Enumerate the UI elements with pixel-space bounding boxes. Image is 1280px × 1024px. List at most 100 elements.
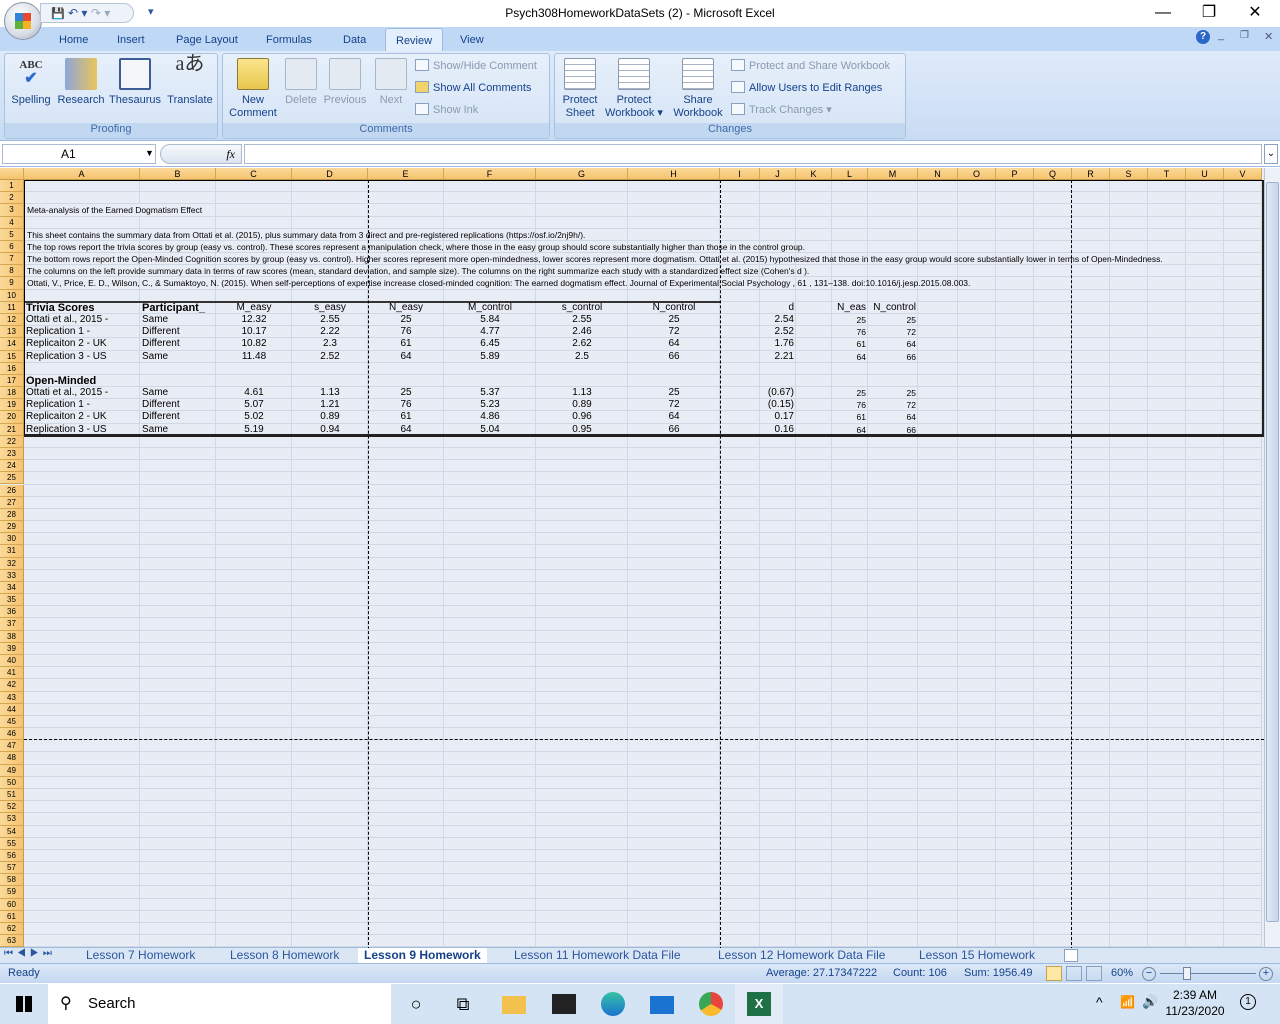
column-header-v[interactable]: V — [1224, 168, 1262, 180]
thesaurus-button[interactable]: Thesaurus — [107, 56, 163, 107]
help-icon[interactable]: ? — [1196, 30, 1210, 44]
row-header-9[interactable]: 9 — [0, 277, 24, 289]
row-header-25[interactable]: 25 — [0, 472, 24, 484]
row-header-15[interactable]: 15 — [0, 351, 24, 363]
row-header-45[interactable]: 45 — [0, 716, 24, 728]
column-header-s[interactable]: S — [1110, 168, 1148, 180]
undo-button[interactable]: ↶ ▾ — [68, 6, 87, 20]
row-header-10[interactable]: 10 — [0, 290, 24, 302]
row-header-8[interactable]: 8 — [0, 265, 24, 277]
protect-sheet-button[interactable]: ProtectSheet — [557, 56, 603, 120]
column-header-i[interactable]: I — [720, 168, 760, 180]
allow-users-edit-ranges-button[interactable]: Allow Users to Edit Ranges — [731, 79, 882, 97]
restore-button[interactable]: ❐ — [1189, 2, 1229, 24]
formula-input[interactable] — [244, 144, 1262, 164]
previous-comment-button[interactable]: Previous — [321, 56, 369, 107]
zoom-out-button[interactable]: − — [1142, 967, 1156, 981]
row-header-47[interactable]: 47 — [0, 740, 24, 752]
expand-formula-bar-button[interactable]: ⌄ — [1264, 144, 1278, 164]
row-header-7[interactable]: 7 — [0, 253, 24, 265]
row-header-39[interactable]: 39 — [0, 643, 24, 655]
sheet-tab-6[interactable]: Lesson 15 Homework — [913, 948, 1041, 964]
row-header-27[interactable]: 27 — [0, 497, 24, 509]
row-header-49[interactable]: 49 — [0, 765, 24, 777]
minimize-button[interactable]: — — [1143, 2, 1183, 24]
sheet-navigation-buttons[interactable]: ⏮◀▶⏭ — [4, 948, 56, 959]
row-header-1[interactable]: 1 — [0, 180, 24, 192]
row-header-18[interactable]: 18 — [0, 387, 24, 399]
tab-page-layout[interactable]: Page Layout — [168, 31, 246, 51]
row-header-26[interactable]: 26 — [0, 485, 24, 497]
row-header-40[interactable]: 40 — [0, 655, 24, 667]
mail-icon[interactable] — [650, 996, 674, 1014]
column-header-b[interactable]: B — [140, 168, 216, 180]
column-header-p[interactable]: P — [996, 168, 1034, 180]
column-header-g[interactable]: G — [536, 168, 628, 180]
customize-qat-button[interactable]: ▾ — [148, 5, 154, 18]
column-header-q[interactable]: Q — [1034, 168, 1072, 180]
zoom-slider-thumb[interactable] — [1183, 967, 1191, 980]
sheet-tab-1[interactable]: Lesson 7 Homework — [80, 948, 201, 964]
taskbar-search[interactable]: ⚲Search — [48, 984, 391, 1024]
row-header-36[interactable]: 36 — [0, 606, 24, 618]
row-header-58[interactable]: 58 — [0, 874, 24, 886]
name-box[interactable]: A1 — [2, 144, 156, 164]
normal-view-button[interactable] — [1046, 966, 1062, 981]
office-button[interactable] — [4, 2, 42, 40]
column-header-l[interactable]: L — [832, 168, 868, 180]
zoom-level[interactable]: 60% — [1111, 964, 1133, 983]
close-button[interactable]: ✕ — [1235, 2, 1275, 24]
sheet-tab-4[interactable]: Lesson 11 Homework Data File — [508, 948, 687, 964]
row-header-22[interactable]: 22 — [0, 436, 24, 448]
sheet-tab-2[interactable]: Lesson 8 Homework — [224, 948, 345, 964]
show-all-comments-button[interactable]: Show All Comments — [415, 79, 531, 97]
column-header-k[interactable]: K — [796, 168, 832, 180]
insert-sheet-icon[interactable] — [1064, 949, 1078, 962]
edge-icon[interactable] — [601, 992, 625, 1016]
row-header-29[interactable]: 29 — [0, 521, 24, 533]
tab-data[interactable]: Data — [335, 31, 374, 51]
column-header-t[interactable]: T — [1148, 168, 1186, 180]
row-header-48[interactable]: 48 — [0, 752, 24, 764]
file-explorer-icon[interactable] — [502, 996, 526, 1014]
text-cell-row-9[interactable]: Ottati, V., Price, E. D., Wilson, C., & … — [25, 277, 972, 289]
store-icon[interactable] — [552, 994, 576, 1014]
worksheet-grid[interactable]: ABCDEFGHIJKLMNOPQRSTUV123456789101112131… — [0, 168, 1280, 948]
row-header-52[interactable]: 52 — [0, 801, 24, 813]
row-header-54[interactable]: 54 — [0, 826, 24, 838]
insert-function-button[interactable]: fx — [160, 144, 242, 164]
protect-workbook-button[interactable]: ProtectWorkbook ▾ — [603, 56, 665, 120]
select-all-button[interactable] — [0, 168, 24, 180]
page-layout-view-button[interactable] — [1066, 966, 1082, 981]
network-icon[interactable]: 📶 — [1120, 995, 1135, 1009]
task-view-icon[interactable]: ⧉ — [451, 992, 475, 1016]
share-workbook-button[interactable]: ShareWorkbook — [667, 56, 729, 120]
row-header-21[interactable]: 21 — [0, 424, 24, 436]
redo-button[interactable]: ↷ ▾ — [91, 6, 110, 20]
column-header-u[interactable]: U — [1186, 168, 1224, 180]
translate-button[interactable]: aあTranslate — [163, 56, 217, 107]
cortana-icon[interactable]: ○ — [404, 992, 428, 1016]
row-header-51[interactable]: 51 — [0, 789, 24, 801]
sheet-tab-3[interactable]: Lesson 9 Homework — [358, 948, 487, 964]
row-header-19[interactable]: 19 — [0, 399, 24, 411]
text-cell-row-8[interactable]: The columns on the left provide summary … — [25, 265, 811, 277]
row-header-53[interactable]: 53 — [0, 813, 24, 825]
text-cell-row-5[interactable]: This sheet contains the summary data fro… — [25, 229, 587, 241]
column-header-f[interactable]: F — [444, 168, 536, 180]
tab-insert[interactable]: Insert — [109, 31, 153, 51]
chrome-icon[interactable] — [699, 992, 723, 1016]
row-header-50[interactable]: 50 — [0, 777, 24, 789]
spelling-button[interactable]: ABC✔Spelling — [7, 56, 55, 107]
show-hidden-icons[interactable]: ^ — [1096, 994, 1103, 1010]
row-header-62[interactable]: 62 — [0, 923, 24, 935]
column-header-d[interactable]: D — [292, 168, 368, 180]
tab-formulas[interactable]: Formulas — [258, 31, 320, 51]
row-header-2[interactable]: 2 — [0, 192, 24, 204]
row-header-32[interactable]: 32 — [0, 558, 24, 570]
row-header-59[interactable]: 59 — [0, 886, 24, 898]
column-header-a[interactable]: A — [24, 168, 140, 180]
workbook-minimize-button[interactable]: _ — [1218, 29, 1224, 41]
row-header-34[interactable]: 34 — [0, 582, 24, 594]
scrollbar-thumb[interactable] — [1266, 182, 1279, 922]
